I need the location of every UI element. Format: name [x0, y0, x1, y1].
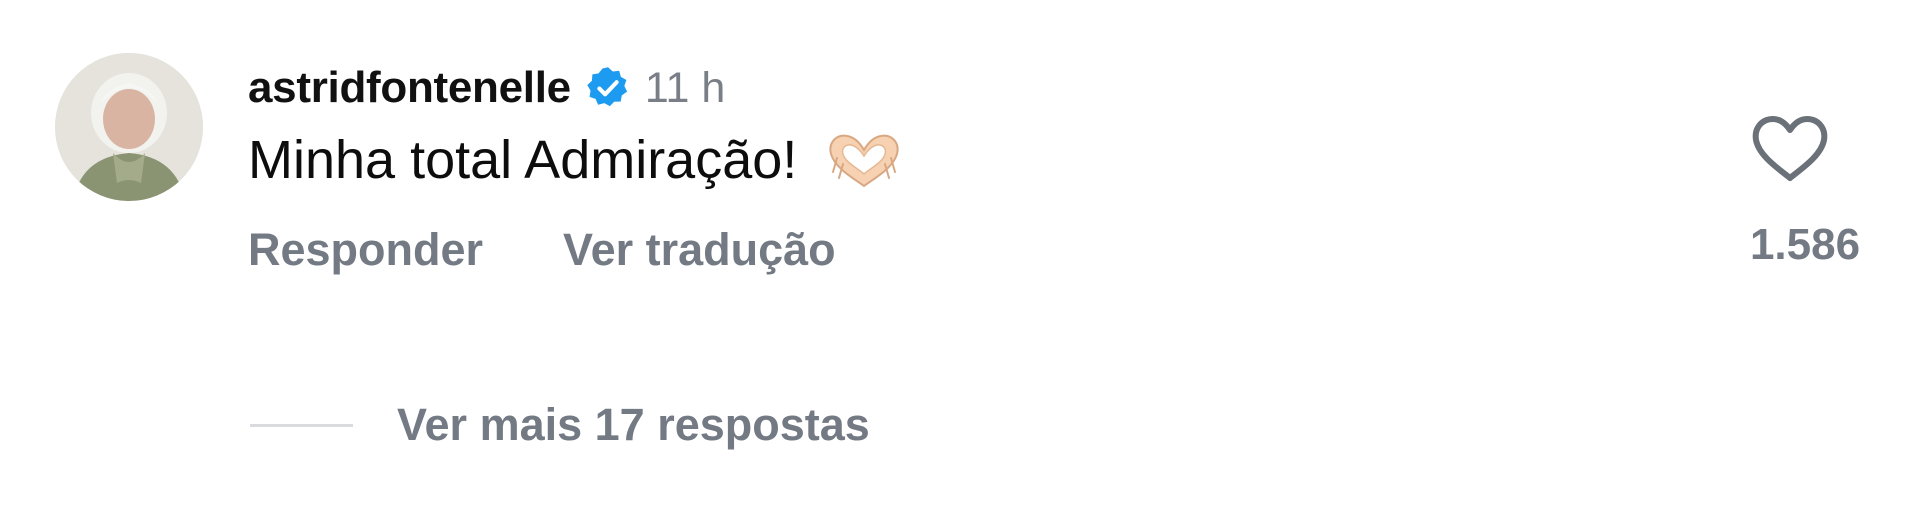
- heart-icon[interactable]: [1751, 114, 1829, 184]
- heart-hands-emoji-icon: [823, 128, 905, 192]
- like-column: 1.586: [1700, 114, 1880, 270]
- username-link[interactable]: astridfontenelle: [248, 63, 571, 113]
- like-count: 1.586: [1749, 220, 1861, 269]
- comment-actions: Responder Ver tradução: [248, 224, 1648, 276]
- comment-timestamp: 11 h: [644, 63, 726, 112]
- avatar-photo: [55, 53, 203, 201]
- comment-header: astridfontenelle 11 h: [248, 56, 1648, 120]
- avatar[interactable]: [55, 53, 203, 201]
- comment-body: astridfontenelle 11 h Minha total Admira…: [248, 56, 1648, 276]
- more-replies-row[interactable]: Ver mais 17 respostas: [250, 395, 870, 455]
- see-translation-button[interactable]: Ver tradução: [563, 224, 836, 276]
- view-more-replies-button[interactable]: Ver mais 17 respostas: [397, 399, 870, 451]
- comment-item: astridfontenelle 11 h Minha total Admira…: [0, 0, 1920, 521]
- comment-text: Minha total Admiração!: [248, 130, 798, 190]
- comment-text-row: Minha total Admiração!: [248, 124, 1648, 196]
- verified-badge-icon: [585, 65, 631, 111]
- replies-divider-line: [250, 423, 353, 427]
- reply-button[interactable]: Responder: [248, 224, 483, 276]
